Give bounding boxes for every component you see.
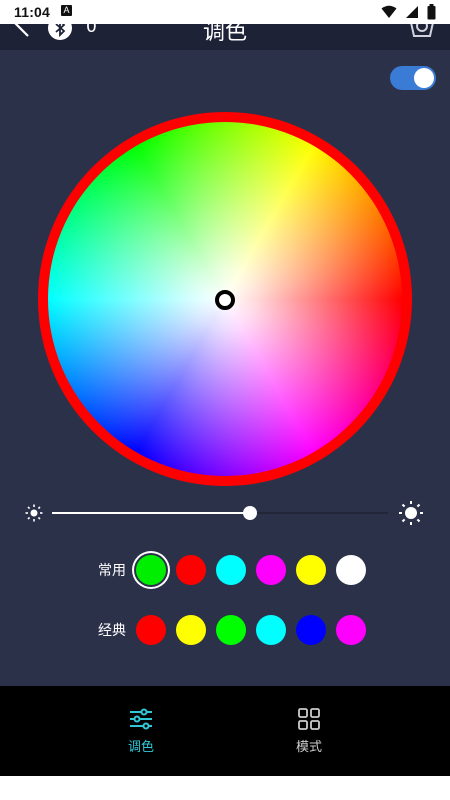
grid-icon	[298, 708, 320, 730]
color-picker-cursor[interactable]	[215, 290, 235, 310]
tab-color-label: 调色	[127, 740, 154, 755]
app-header: 0 调色	[0, 24, 450, 50]
common-swatch[interactable]	[336, 555, 366, 585]
classic-swatch[interactable]	[176, 615, 206, 645]
notification-icon: A	[61, 5, 72, 16]
status-icons	[381, 3, 436, 21]
classic-colors-row: 经典	[0, 613, 450, 647]
common-swatch[interactable]	[296, 555, 326, 585]
brightness-low-icon	[25, 504, 43, 522]
classic-swatch[interactable]	[136, 615, 166, 645]
brightness-thumb[interactable]	[243, 506, 258, 520]
page-title: 调色	[202, 24, 247, 45]
classic-swatch[interactable]	[256, 615, 286, 645]
common-swatch[interactable]	[136, 555, 166, 585]
common-colors-row: 常用	[0, 553, 450, 587]
classic-swatch[interactable]	[296, 615, 326, 645]
tab-mode-label: 模式	[295, 740, 322, 755]
brightness-row	[0, 498, 450, 528]
brightness-high-icon	[399, 501, 423, 525]
wifi-icon	[381, 5, 397, 18]
power-toggle[interactable]	[390, 66, 436, 90]
signal-icon	[406, 6, 418, 18]
common-swatch[interactable]	[216, 555, 246, 585]
common-swatch[interactable]	[176, 555, 206, 585]
bottom-nav: 调色 模式	[0, 686, 450, 776]
brightness-slider[interactable]	[52, 506, 388, 520]
classic-colors-label: 经典	[98, 623, 126, 639]
tab-color[interactable]: 调色	[81, 706, 201, 755]
tab-mode[interactable]: 模式	[249, 706, 369, 755]
status-bar: 11:04 A	[0, 0, 450, 24]
system-nav-strip	[0, 776, 450, 800]
battery-icon	[427, 4, 436, 20]
common-colors-label: 常用	[98, 563, 126, 579]
status-time: 11:04	[14, 4, 51, 20]
toggle-knob	[414, 68, 434, 88]
brightness-fill	[52, 512, 251, 514]
classic-swatch[interactable]	[336, 615, 366, 645]
trash-icon[interactable]	[406, 24, 438, 40]
common-swatch[interactable]	[256, 555, 286, 585]
sliders-icon	[130, 708, 152, 730]
classic-swatch[interactable]	[216, 615, 246, 645]
